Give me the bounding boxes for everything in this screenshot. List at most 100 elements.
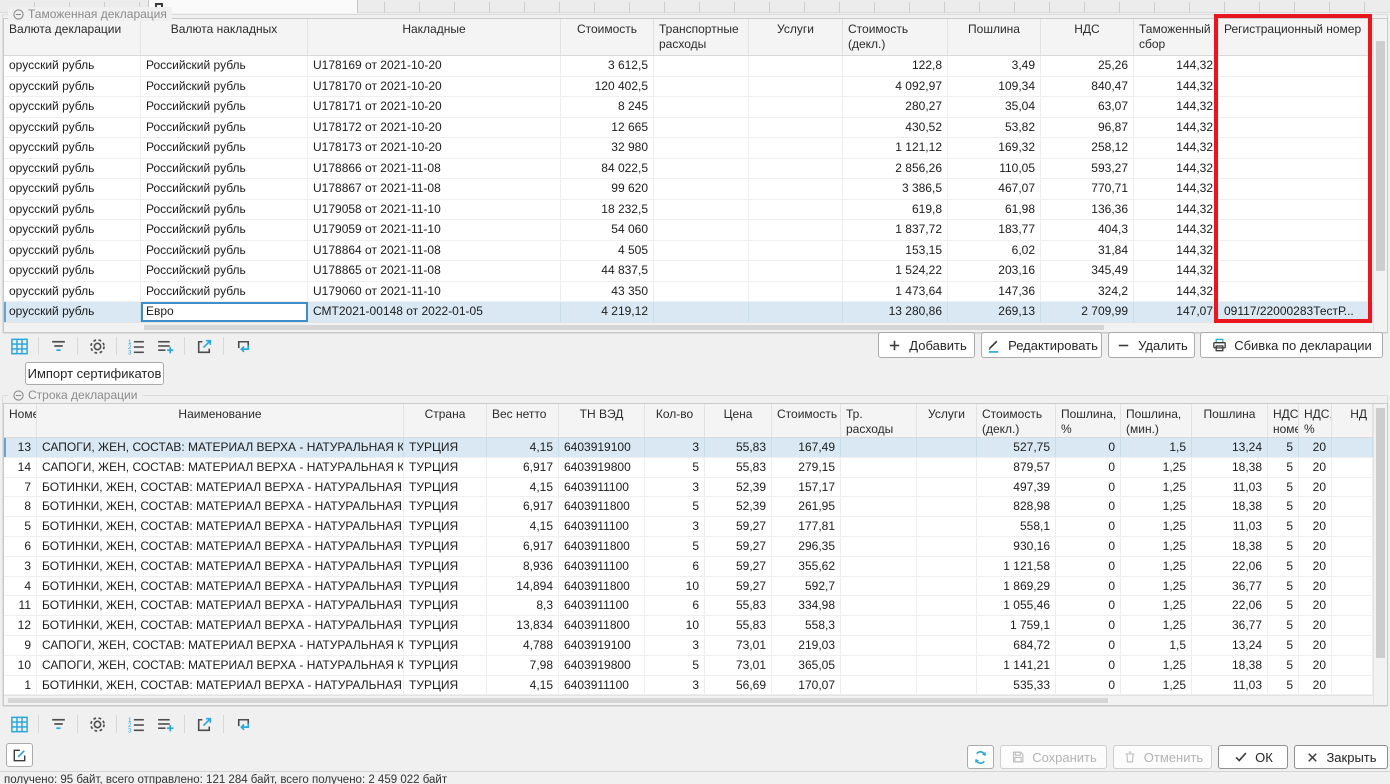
table-cell[interactable]: 5 [1268,676,1299,695]
open-editor-button[interactable] [6,743,33,767]
table-cell[interactable]: орусский рубль [4,77,141,97]
table-cell[interactable]: 219,03 [772,636,841,655]
table-cell[interactable]: 11 [4,596,37,615]
table-cell[interactable]: БОТИНКИ, ЖЕН, СОСТАВ: МАТЕРИАЛ ВЕРХА - Н… [37,537,404,556]
add-to-list-icon[interactable] [152,712,178,736]
column-header[interactable]: Кол-во [645,404,705,437]
table-cell[interactable]: 1 141,21 [977,656,1056,675]
table-cell[interactable]: 59,27 [705,577,772,596]
table-cell[interactable]: 3 [645,636,705,655]
table-cell[interactable] [654,118,749,138]
column-header[interactable]: Пошлина, (мин.) [1121,404,1192,437]
table-cell[interactable]: 296,35 [772,537,841,556]
table-row[interactable]: 10САПОГИ, ЖЕН, СОСТАВ: МАТЕРИАЛ ВЕРХА - … [4,656,1373,676]
declaration-lines-table[interactable]: НомеНаименованиеСтранаВес неттоТН ВЭДКол… [3,403,1388,706]
table-cell[interactable]: 22,06 [1192,557,1268,576]
table-cell[interactable]: 8 [4,497,37,516]
table-cell[interactable]: орусский рубль [4,159,141,179]
table-cell[interactable]: 5 [645,656,705,675]
table-cell[interactable]: орусский рубль [4,179,141,199]
table-cell[interactable]: 2 856,26 [843,159,948,179]
tab-strip[interactable] [0,0,1390,13]
table-cell[interactable] [841,497,917,516]
table-cell[interactable]: Российский рубль [141,241,308,261]
table-cell[interactable]: БОТИНКИ, ЖЕН, СОСТАВ: МАТЕРИАЛ ВЕРХА - Н… [37,497,404,516]
table-cell[interactable]: 6 [4,537,37,556]
table-cell[interactable]: 20 [1299,458,1332,477]
table-row[interactable]: орусский рубльРоссийский рубльU179058 от… [4,200,1373,221]
table-cell[interactable]: орусский рубль [4,302,141,322]
column-header[interactable]: ТН ВЭД [559,404,645,437]
table-cell[interactable]: 6,917 [487,537,559,556]
table-cell[interactable]: 1 759,1 [977,616,1056,635]
table-cell[interactable]: 13,24 [1192,438,1268,457]
table-cell[interactable]: 9 [4,636,37,655]
table-cell[interactable]: 96,87 [1041,118,1134,138]
table-cell[interactable] [654,179,749,199]
table-row[interactable]: 4БОТИНКИ, ЖЕН, СОСТАВ: МАТЕРИАЛ ВЕРХА - … [4,577,1373,597]
table-cell[interactable] [917,596,977,615]
table-cell[interactable]: 5 [645,537,705,556]
table-cell[interactable]: 183,77 [948,220,1041,240]
column-header[interactable]: Номе [4,404,37,437]
table-cell[interactable]: 4 092,97 [843,77,948,97]
table-cell[interactable]: 5 [1268,537,1299,556]
table-cell[interactable]: 5 [1268,577,1299,596]
table-cell[interactable]: 3,49 [948,56,1041,76]
table-cell[interactable] [654,220,749,240]
table-cell[interactable]: 73,01 [705,636,772,655]
table-cell[interactable]: 63,07 [1041,97,1134,117]
table-cell[interactable]: 59,27 [705,557,772,576]
ok-button[interactable]: ОК [1218,745,1288,769]
table-cell[interactable] [841,557,917,576]
table-cell[interactable]: 684,72 [977,636,1056,655]
table-cell[interactable]: 558,1 [977,517,1056,536]
table-cell[interactable]: САПОГИ, ЖЕН, СОСТАВ: МАТЕРИАЛ ВЕРХА - НА… [37,458,404,477]
table-cell[interactable]: 8 245 [561,97,654,117]
table-cell[interactable] [654,97,749,117]
table-cell[interactable] [1332,458,1373,477]
table-cell[interactable] [654,159,749,179]
table-cell[interactable] [1219,179,1373,199]
column-header[interactable]: НДС [1041,19,1134,55]
table-cell[interactable]: U178170 от 2021-10-20 [308,77,561,97]
table-cell[interactable]: 8,3 [487,596,559,615]
table-cell[interactable] [749,118,843,138]
table-cell[interactable] [749,200,843,220]
table-cell[interactable]: 13 280,86 [843,302,948,322]
table-cell[interactable]: 7,98 [487,656,559,675]
table-cell[interactable]: 144,32 [1134,282,1219,302]
table-cell[interactable] [749,77,843,97]
table-cell[interactable]: 261,95 [772,497,841,516]
table-row[interactable]: 8БОТИНКИ, ЖЕН, СОСТАВ: МАТЕРИАЛ ВЕРХА - … [4,497,1373,517]
table-cell[interactable]: 18 232,5 [561,200,654,220]
table-cell[interactable]: 20 [1299,656,1332,675]
table-cell[interactable] [1332,636,1373,655]
column-header[interactable]: Пошлина [948,19,1041,55]
table-cell[interactable]: U179060 от 2021-11-10 [308,282,561,302]
table-cell[interactable]: 5 [645,497,705,516]
numbered-list-icon[interactable]: 123 [123,712,149,736]
table-cell[interactable]: 144,32 [1134,261,1219,281]
table-cell[interactable]: 7 [4,478,37,497]
table-cell[interactable]: 32 980 [561,138,654,158]
table-cell[interactable]: U179058 от 2021-11-10 [308,200,561,220]
import-certificates-button[interactable]: Импорт сертификатов [25,362,164,385]
table-cell[interactable]: 0 [1056,676,1121,695]
table-row[interactable]: 7БОТИНКИ, ЖЕН, СОСТАВ: МАТЕРИАЛ ВЕРХА - … [4,478,1373,498]
table-cell[interactable] [917,438,977,457]
table-cell[interactable]: U179059 от 2021-11-10 [308,220,561,240]
table-cell[interactable]: Российский рубль [141,77,308,97]
table-cell[interactable] [841,676,917,695]
table-cell[interactable]: 1,5 [1121,636,1192,655]
table-cell[interactable] [841,478,917,497]
table-cell[interactable] [841,656,917,675]
table-cell[interactable]: 592,7 [772,577,841,596]
table-cell[interactable]: 99 620 [561,179,654,199]
table-cell[interactable] [1332,676,1373,695]
table-cell[interactable]: 6403911100 [559,517,645,536]
table-cell[interactable]: 1,25 [1121,517,1192,536]
table-cell[interactable]: Российский рубль [141,220,308,240]
table-cell[interactable]: 4,15 [487,478,559,497]
table-cell[interactable]: 3 386,5 [843,179,948,199]
